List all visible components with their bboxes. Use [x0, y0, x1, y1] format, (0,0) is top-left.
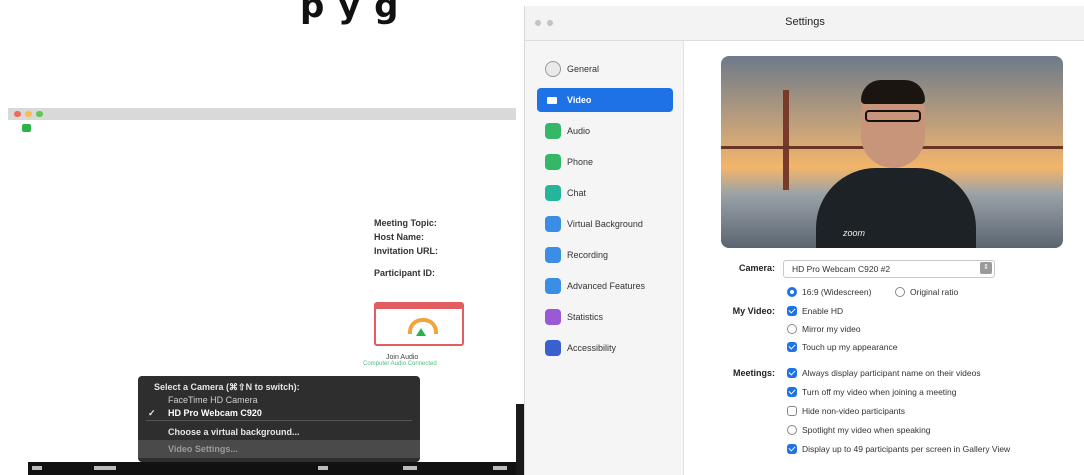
- sidebar-item-statistics[interactable]: Statistics: [537, 305, 673, 329]
- sidebar-item-label: General: [567, 64, 600, 74]
- camera-label: Camera:: [738, 263, 775, 273]
- encryption-shield-icon[interactable]: [22, 124, 31, 132]
- preview-person-hair: [861, 80, 925, 104]
- gallery-49-label: Display up to 49 participants per screen…: [802, 444, 1011, 454]
- chevron-updown-icon: ⇕: [980, 262, 992, 274]
- settings-window: Settings General Video Audio Phone Chat Virtu…: [524, 6, 1084, 475]
- widescreen-label: 16:9 (Widescreen): [802, 287, 872, 297]
- checkbox-hide-non-video[interactable]: [787, 406, 797, 416]
- camera-select-value: HD Pro Webcam C920 #2: [792, 264, 891, 274]
- host-name-label: Host Name:: [374, 232, 425, 242]
- menu-item-facetime-camera[interactable]: FaceTime HD Camera: [168, 395, 258, 405]
- meeting-titlebar: [8, 108, 516, 120]
- participants-icon[interactable]: [403, 466, 417, 470]
- phone-icon: [545, 154, 561, 170]
- sidebar-item-label: Advanced Features: [567, 281, 646, 291]
- join-audio-button[interactable]: [374, 302, 464, 346]
- meeting-toolbar: [28, 462, 516, 475]
- video-icon[interactable]: [94, 466, 116, 470]
- sidebar-item-chat[interactable]: Chat: [537, 181, 673, 205]
- aspect-ratio-options: 16:9 (Widescreen) Original ratio: [787, 286, 1007, 300]
- sidebar-item-label: Recording: [567, 250, 609, 260]
- share-screen-icon[interactable]: [318, 466, 328, 470]
- menu-item-video-settings[interactable]: Video Settings...: [168, 444, 238, 454]
- window-edge: [516, 404, 524, 475]
- turn-off-video-label: Turn off my video when joining a meeting: [802, 387, 957, 397]
- chat-bubble-icon: [545, 185, 561, 201]
- sidebar-item-general[interactable]: General: [537, 57, 673, 81]
- close-window-icon[interactable]: [14, 111, 21, 117]
- zoom-window-icon[interactable]: [36, 111, 43, 117]
- checkmark-icon: ✓: [148, 408, 156, 418]
- sidebar-item-accessibility[interactable]: Accessibility: [537, 336, 673, 360]
- sidebar-item-recording[interactable]: Recording: [537, 243, 673, 267]
- radio-original-ratio[interactable]: [895, 287, 905, 297]
- meetings-label: Meetings:: [732, 368, 775, 378]
- sidebar-item-label: Audio: [567, 126, 591, 136]
- checkbox-touch-up[interactable]: [787, 342, 797, 352]
- accessibility-icon: [545, 340, 561, 356]
- sidebar-item-label: Virtual Background: [567, 219, 643, 229]
- participant-id-label: Participant ID:: [374, 268, 436, 278]
- checkbox-spotlight[interactable]: [787, 425, 797, 435]
- sidebar-item-audio[interactable]: Audio: [537, 119, 673, 143]
- checkbox-enable-hd[interactable]: [787, 306, 797, 316]
- spotlight-label: Spotlight my video when speaking: [802, 425, 931, 435]
- invitation-url-label: Invitation URL:: [374, 246, 438, 256]
- sidebar-item-advanced-features[interactable]: Advanced Features: [537, 274, 673, 298]
- sidebar-item-label: Chat: [567, 188, 587, 198]
- enable-hd-label: Enable HD: [802, 306, 844, 316]
- checkbox-mirror-video[interactable]: [787, 324, 797, 334]
- menu-item-virtual-background[interactable]: Choose a virtual background...: [168, 427, 300, 437]
- virtual-background-icon: [545, 216, 561, 232]
- sidebar-item-label: Video: [567, 95, 592, 105]
- touch-up-label: Touch up my appearance: [802, 342, 898, 352]
- meeting-topic-label: Meeting Topic:: [374, 218, 437, 228]
- menu-item-hd-pro-webcam[interactable]: HD Pro Webcam C920: [168, 408, 262, 418]
- preview-glasses: [865, 110, 921, 122]
- mute-icon[interactable]: [32, 466, 42, 470]
- arrow-up-icon: [416, 328, 426, 336]
- preview-person-body: [816, 168, 976, 248]
- sidebar-item-label: Statistics: [567, 312, 604, 322]
- video-camera-icon: [547, 97, 557, 104]
- headphones-icon: [545, 123, 561, 139]
- menu-item-video-settings-highlight[interactable]: Video Settings...: [138, 440, 420, 458]
- checkbox-turn-off-video[interactable]: [787, 387, 797, 397]
- sidebar-item-video[interactable]: Video: [537, 88, 673, 112]
- mirror-video-label: Mirror my video: [802, 324, 861, 334]
- sidebar-item-phone[interactable]: Phone: [537, 150, 673, 174]
- camera-preview: zoom: [721, 56, 1063, 248]
- sidebar-item-label: Accessibility: [567, 343, 617, 353]
- join-audio-label: Join Audio: [386, 354, 419, 361]
- statistics-icon: [545, 309, 561, 325]
- advanced-features-icon: [545, 278, 561, 294]
- camera-select[interactable]: HD Pro Webcam C920 #2 ⇕: [783, 260, 995, 278]
- hide-non-video-label: Hide non-video participants: [802, 406, 906, 416]
- menu-separator: [146, 420, 412, 421]
- recording-icon: [545, 247, 561, 263]
- zoom-logo: zoom: [843, 228, 866, 238]
- settings-sidebar: General Video Audio Phone Chat Virtual Backgr…: [525, 41, 684, 475]
- gear-icon: [545, 61, 561, 77]
- radio-widescreen[interactable]: [787, 287, 797, 297]
- meeting-info: Meeting Topic: Host Name: Invitation URL…: [374, 216, 438, 280]
- preview-bridge: [783, 90, 789, 190]
- sidebar-item-virtual-background[interactable]: Virtual Background: [537, 212, 673, 236]
- my-video-label: My Video:: [732, 306, 775, 316]
- end-meeting-icon[interactable]: [493, 466, 507, 470]
- audio-status-text: Computer Audio Connected: [363, 361, 437, 367]
- original-ratio-label: Original ratio: [910, 287, 959, 297]
- camera-menu-header: Select a Camera (⌘⇧N to switch):: [154, 382, 300, 392]
- settings-title: Settings: [785, 16, 825, 28]
- sidebar-item-label: Phone: [567, 157, 594, 167]
- checkbox-gallery-49[interactable]: [787, 444, 797, 454]
- checkbox-display-names[interactable]: [787, 368, 797, 378]
- minimize-window-icon[interactable]: [25, 111, 32, 117]
- join-audio-bar: [376, 304, 462, 309]
- display-names-label: Always display participant name on their…: [802, 368, 981, 378]
- settings-titlebar: Settings: [525, 6, 1084, 41]
